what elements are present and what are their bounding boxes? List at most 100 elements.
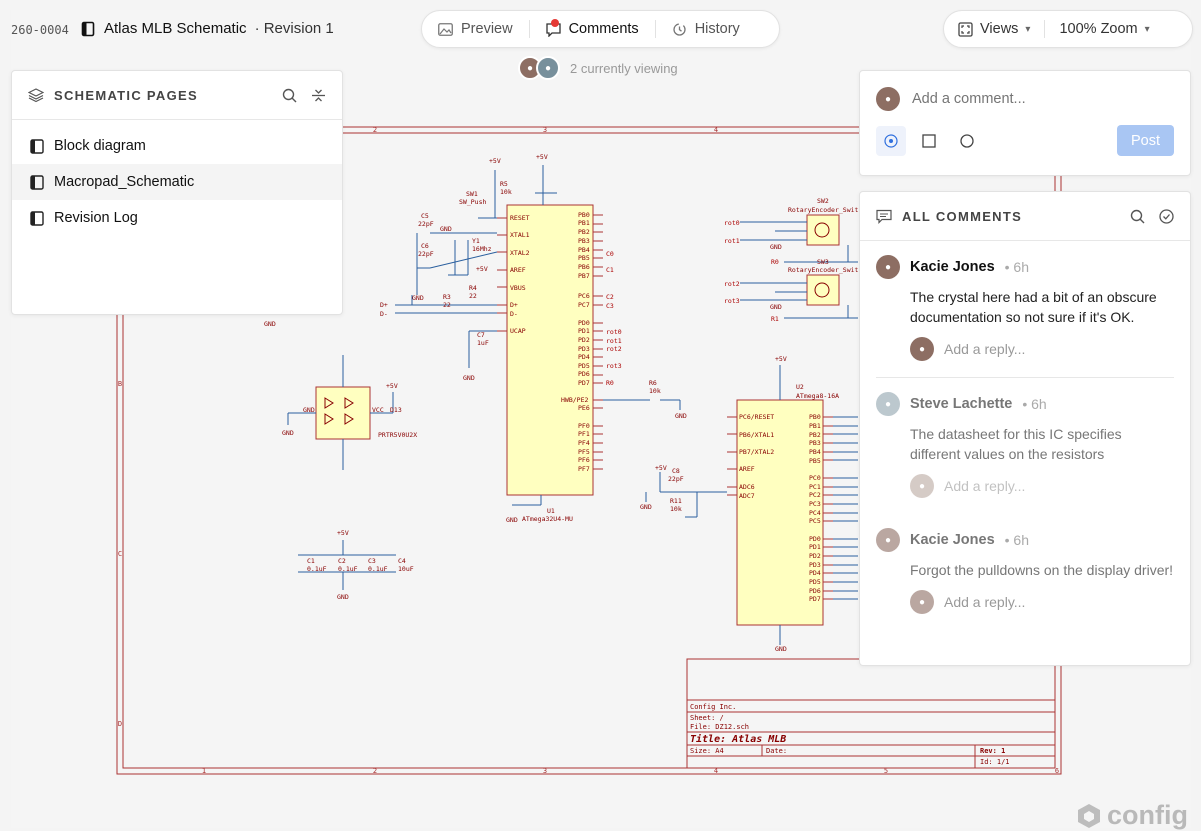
r5-val: 10k bbox=[500, 188, 512, 196]
comment-thread[interactable]: ● Kacie Jones • 6h The crystal here had a … bbox=[860, 241, 1190, 378]
comment-icon bbox=[545, 18, 561, 37]
comment-thread-resolved[interactable]: ● Steve Lachette • 6h The datasheet for th… bbox=[860, 378, 1190, 498]
c7-val: 1uF bbox=[477, 339, 489, 347]
point-tool-icon[interactable] bbox=[876, 125, 906, 156]
tab-comments[interactable]: Comments bbox=[530, 11, 655, 47]
sw2-ref: SW2 bbox=[817, 197, 829, 205]
tb-sheet: Sheet: / bbox=[690, 714, 724, 722]
col-label: 2 bbox=[373, 126, 377, 134]
views-dropdown[interactable]: Views ▾ bbox=[944, 11, 1044, 47]
svg-text:PB2: PB2 bbox=[578, 228, 590, 236]
comment-composer: ● Post bbox=[859, 70, 1191, 176]
document-revision: · Revision 1 bbox=[254, 20, 334, 37]
ellipse-tool-icon[interactable] bbox=[952, 126, 982, 156]
reply-placeholder: Add a reply... bbox=[944, 594, 1026, 610]
comment-body: The datasheet for this IC specifies diff… bbox=[910, 426, 1122, 462]
net-label: R0 bbox=[771, 258, 779, 266]
svg-text:PB5: PB5 bbox=[578, 254, 590, 262]
col-label: 4 bbox=[714, 126, 718, 134]
page-item-revision-log[interactable]: Revision Log bbox=[12, 200, 342, 236]
svg-text:XTAL2: XTAL2 bbox=[510, 249, 530, 257]
layers-icon bbox=[28, 87, 44, 103]
reply-field[interactable]: ● Add a reply... bbox=[910, 590, 1174, 614]
net-5v: +5V bbox=[337, 529, 349, 537]
svg-text:PD1: PD1 bbox=[809, 543, 821, 551]
svg-text:PC1: PC1 bbox=[809, 483, 821, 491]
check-circle-icon[interactable] bbox=[1159, 208, 1174, 224]
net-label: rot0 bbox=[724, 219, 740, 227]
tab-preview[interactable]: Preview bbox=[422, 11, 529, 47]
post-button[interactable]: Post bbox=[1117, 125, 1174, 156]
svg-text:PB6: PB6 bbox=[578, 263, 590, 271]
c4-ref: C4 bbox=[398, 557, 406, 565]
search-icon[interactable] bbox=[1130, 209, 1145, 224]
u1-ref: U1 bbox=[547, 507, 555, 515]
c8-val: 22pF bbox=[668, 475, 684, 483]
reply-field[interactable]: ● Add a reply... bbox=[910, 337, 1174, 361]
svg-text:PB1: PB1 bbox=[578, 219, 590, 227]
avatar: ● bbox=[876, 87, 900, 111]
avatar: ● bbox=[876, 255, 900, 279]
svg-text:PD4: PD4 bbox=[578, 353, 590, 361]
svg-text:PC5: PC5 bbox=[809, 517, 821, 525]
r11-val: 10k bbox=[670, 505, 682, 513]
net-label: C2 bbox=[606, 293, 614, 301]
r5-ref: R5 bbox=[500, 180, 508, 188]
rectangle-tool-icon[interactable] bbox=[914, 126, 944, 156]
svg-text:UCAP: UCAP bbox=[510, 327, 526, 335]
net-label: rot1 bbox=[606, 337, 622, 345]
page-item-block-diagram[interactable]: Block diagram bbox=[12, 128, 342, 164]
svg-text:PC7: PC7 bbox=[578, 301, 590, 309]
hexagon-logo-icon bbox=[1077, 803, 1101, 829]
vcc: VCC bbox=[372, 406, 384, 414]
svg-text:PB0: PB0 bbox=[578, 211, 590, 219]
svg-text:PD3: PD3 bbox=[578, 345, 590, 353]
history-icon bbox=[672, 22, 687, 37]
gnd: GND bbox=[264, 320, 276, 328]
svg-text:PD7: PD7 bbox=[578, 379, 590, 387]
tab-history[interactable]: History bbox=[656, 11, 756, 47]
page-item-macropad-schematic[interactable]: Macropad_Schematic bbox=[12, 164, 342, 200]
notification-dot bbox=[550, 18, 559, 27]
comment-thread[interactable]: ● Kacie Jones • 6h Forgot the pulldowns on… bbox=[860, 498, 1190, 614]
viewers-count: 2 currently viewing bbox=[570, 60, 678, 76]
reply-field[interactable]: ● Add a reply... bbox=[910, 474, 1174, 498]
svg-text:PD0: PD0 bbox=[578, 319, 590, 327]
svg-text:PC2: PC2 bbox=[809, 491, 821, 499]
schematic-icon bbox=[80, 21, 96, 37]
net-label: R1 bbox=[771, 315, 779, 323]
svg-text:XTAL1: XTAL1 bbox=[510, 231, 530, 239]
svg-text:D+: D+ bbox=[510, 301, 518, 309]
document-id: 260-0004 bbox=[11, 23, 69, 37]
c8-ref: C8 bbox=[672, 467, 680, 475]
c1-val: 0.1uF bbox=[307, 565, 327, 573]
row-label: C bbox=[118, 550, 122, 558]
net-label: rot3 bbox=[724, 297, 740, 305]
zoom-dropdown[interactable]: 100% Zoom ▾ bbox=[1045, 11, 1163, 47]
search-icon[interactable] bbox=[282, 88, 297, 103]
frame-icon bbox=[958, 21, 973, 37]
svg-text:PC6: PC6 bbox=[578, 292, 590, 300]
tb-rev: Rev: 1 bbox=[980, 747, 1005, 755]
net-label: rot2 bbox=[724, 280, 740, 288]
svg-text:PB6/XTAL1: PB6/XTAL1 bbox=[739, 431, 774, 439]
svg-text:PB4: PB4 bbox=[578, 246, 590, 254]
zoom-label: 100% Zoom bbox=[1059, 21, 1138, 37]
svg-text:PB1: PB1 bbox=[809, 422, 821, 430]
svg-text:PD5: PD5 bbox=[578, 362, 590, 370]
comments-icon bbox=[876, 209, 892, 224]
comment-time: • 6h bbox=[1004, 532, 1030, 548]
svg-text:AREF: AREF bbox=[510, 266, 526, 274]
collapse-icon[interactable] bbox=[311, 88, 326, 103]
avatar: ● bbox=[910, 474, 934, 498]
net-5v: +5V bbox=[775, 355, 787, 363]
net-5v: +5V bbox=[476, 265, 488, 273]
comment-time: • 6h bbox=[1022, 396, 1047, 412]
svg-text:VBUS: VBUS bbox=[510, 284, 526, 292]
gnd: GND bbox=[303, 406, 315, 414]
avatar: ● bbox=[536, 56, 560, 80]
comment-input[interactable] bbox=[910, 90, 1174, 108]
svg-text:PC6/RESET: PC6/RESET bbox=[739, 413, 774, 421]
image-icon bbox=[438, 22, 453, 36]
svg-text:PD4: PD4 bbox=[809, 569, 821, 577]
